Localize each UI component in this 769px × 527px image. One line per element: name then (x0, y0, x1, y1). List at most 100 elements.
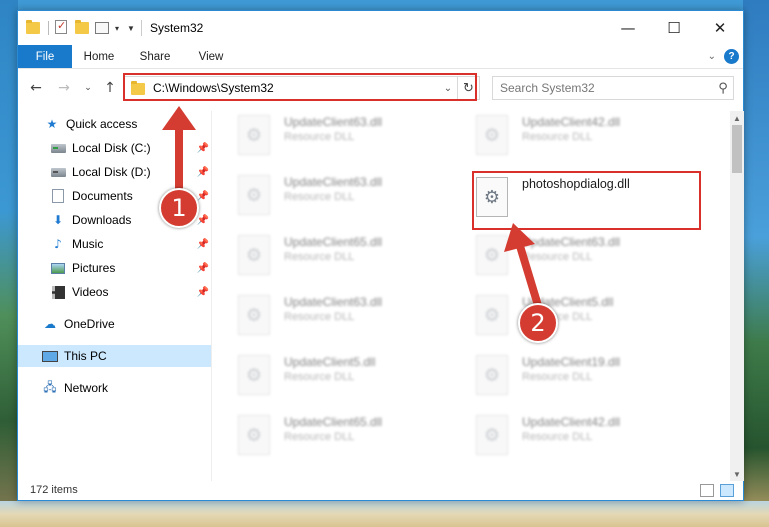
file-item[interactable]: ⚙ UpdateClient63.dll Resource DLL (218, 171, 438, 227)
file-name: UpdateClient42.dll (522, 415, 621, 429)
close-button[interactable]: ✕ (697, 11, 743, 45)
file-item[interactable]: ⚙ UpdateClient5.dll Resource DLL (218, 351, 438, 407)
pin-icon[interactable]: 📌 (197, 233, 209, 255)
address-bar[interactable]: C:\Windows\System32 ⌄ ↻ (124, 76, 480, 100)
pin-icon[interactable]: 📌 (197, 281, 209, 303)
search-input[interactable]: Search System32 (500, 81, 713, 95)
music-icon: ♪ (54, 237, 62, 251)
search-icon[interactable]: ⚲ (713, 81, 733, 96)
file-type: Resource DLL (522, 131, 593, 143)
sidebar-item-music[interactable]: ♪ Music (50, 233, 212, 255)
customize-toolbar-chevron-icon[interactable]: ▾ (115, 24, 119, 33)
file-item-photoshopdialog[interactable]: ⚙ photoshopdialog.dll (456, 173, 676, 229)
file-name: UpdateClient63.dll (522, 235, 621, 249)
sidebar-item-videos[interactable]: Videos (50, 281, 212, 303)
properties-icon[interactable] (95, 20, 111, 36)
file-name: UpdateClient63.dll (284, 115, 383, 129)
details-view-icon[interactable] (700, 484, 714, 497)
sidebar-item-label: Music (72, 237, 104, 251)
scrollbar-thumb[interactable] (732, 125, 742, 173)
quick-access-toolbar: ▾ ▼ (26, 19, 135, 36)
file-name: photoshopdialog.dll (522, 177, 630, 191)
file-explorer-window: ▾ ▼ System32 — ☐ ✕ File Home Share View … (17, 10, 744, 501)
sidebar-item-network[interactable]: 🖧 Network (42, 377, 212, 399)
pin-icon[interactable]: 📌 (197, 209, 209, 231)
file-item[interactable]: ⚙ UpdateClient65.dll Resource DLL (218, 411, 438, 467)
sidebar-item-local-disk-d[interactable]: Local Disk (D:) (50, 161, 212, 183)
file-item[interactable]: ⚙ UpdateClient42.dll Resource DLL (456, 411, 676, 467)
pin-icon[interactable]: 📌 (197, 257, 209, 279)
file-name: UpdateClient19.dll (522, 355, 621, 369)
large-icons-view-icon[interactable] (720, 484, 734, 497)
file-type: Resource DLL (522, 251, 593, 263)
dll-file-icon: ⚙ (238, 415, 270, 455)
search-box[interactable]: Search System32 ⚲ (492, 76, 734, 100)
pin-icon[interactable]: 📌 (197, 185, 209, 207)
up-arrow-icon[interactable]: ↑ (100, 78, 120, 98)
ribbon-right-controls: ⌄ ? (708, 49, 739, 64)
star-icon: ★ (46, 117, 58, 131)
forward-arrow-icon[interactable]: → (54, 78, 74, 98)
dll-file-icon: ⚙ (238, 175, 270, 215)
file-item[interactable]: ⚙ UpdateClient63.dll Resource DLL (456, 231, 676, 287)
scroll-up-arrow-icon[interactable]: ▲ (730, 111, 744, 125)
window-controls: — ☐ ✕ (605, 11, 743, 45)
file-item[interactable]: ⚙ UpdateClient63.dll Resource DLL (218, 291, 438, 347)
downloads-icon: ⬇ (52, 213, 64, 227)
minimize-button[interactable]: — (605, 11, 651, 45)
tab-share[interactable]: Share (126, 45, 184, 68)
sidebar-item-quick-access[interactable]: ★ Quick access (44, 113, 212, 135)
file-name: UpdateClient63.dll (284, 295, 383, 309)
file-name: UpdateClient5.dll (284, 355, 376, 369)
tab-view[interactable]: View (184, 45, 238, 68)
file-item[interactable]: ⚙ UpdateClient5.dll Resource DLL (456, 291, 676, 347)
sidebar-item-pictures[interactable]: Pictures (50, 257, 212, 279)
properties-check-icon[interactable] (55, 19, 71, 36)
dll-file-icon: ⚙ (238, 355, 270, 395)
file-name: UpdateClient65.dll (284, 415, 383, 429)
sidebar-item-onedrive[interactable]: ☁ OneDrive (42, 313, 212, 335)
sidebar-item-label: Pictures (72, 261, 116, 275)
customize-toolbar-down-icon[interactable]: ▼ (127, 24, 135, 33)
tab-home[interactable]: Home (72, 45, 126, 68)
recent-locations-chevron-icon[interactable]: ⌄ (78, 78, 98, 98)
sidebar-item-local-disk-c[interactable]: Local Disk (C:) (50, 137, 212, 159)
dll-file-icon: ⚙ (476, 415, 508, 455)
folder-icon (131, 80, 145, 95)
scroll-down-arrow-icon[interactable]: ▼ (730, 467, 744, 481)
file-item[interactable]: ⚙ UpdateClient63.dll Resource DLL (218, 111, 438, 167)
drive-icon (50, 164, 66, 180)
address-path[interactable]: C:\Windows\System32 (153, 81, 439, 95)
file-item[interactable]: ⚙ UpdateClient65.dll Resource DLL (218, 231, 438, 287)
file-list: ⚙ UpdateClient63.dll Resource DLL ⚙ Upda… (218, 111, 728, 481)
back-arrow-icon[interactable]: ← (26, 78, 46, 98)
sidebar-item-this-pc[interactable]: This PC (18, 345, 211, 367)
file-item[interactable]: ⚙ UpdateClient19.dll Resource DLL (456, 351, 676, 407)
pin-icon[interactable]: 📌 (197, 161, 209, 183)
pictures-icon (50, 260, 66, 276)
vertical-scrollbar[interactable]: ▲ ▼ (730, 111, 744, 481)
item-count: 172 items (30, 484, 78, 496)
dll-file-icon: ⚙ (238, 295, 270, 335)
file-type: Resource DLL (284, 431, 355, 443)
pin-icon[interactable]: 📌 (197, 137, 209, 159)
file-item[interactable]: ⚙ UpdateClient42.dll Resource DLL (456, 111, 676, 167)
dll-file-icon: ⚙ (238, 115, 270, 155)
sidebar-item-label: This PC (64, 349, 107, 363)
dll-file-icon: ⚙ (476, 177, 508, 217)
maximize-button[interactable]: ☐ (651, 11, 697, 45)
file-type: Resource DLL (284, 131, 355, 143)
address-dropdown-chevron-icon[interactable]: ⌄ (439, 83, 457, 94)
new-folder-icon[interactable] (75, 20, 91, 36)
expand-ribbon-chevron-icon[interactable]: ⌄ (708, 51, 716, 62)
videos-icon (50, 284, 66, 300)
sidebar-item-label: Network (64, 381, 109, 395)
help-icon[interactable]: ? (724, 49, 739, 64)
file-type: Resource DLL (522, 431, 593, 443)
step-badge-2: 2 (518, 303, 558, 343)
this-pc-icon (42, 348, 58, 364)
desktop-background-bottom (0, 501, 769, 527)
tab-file[interactable]: File (18, 45, 72, 68)
refresh-icon[interactable]: ↻ (457, 77, 479, 99)
file-name: UpdateClient63.dll (284, 175, 383, 189)
